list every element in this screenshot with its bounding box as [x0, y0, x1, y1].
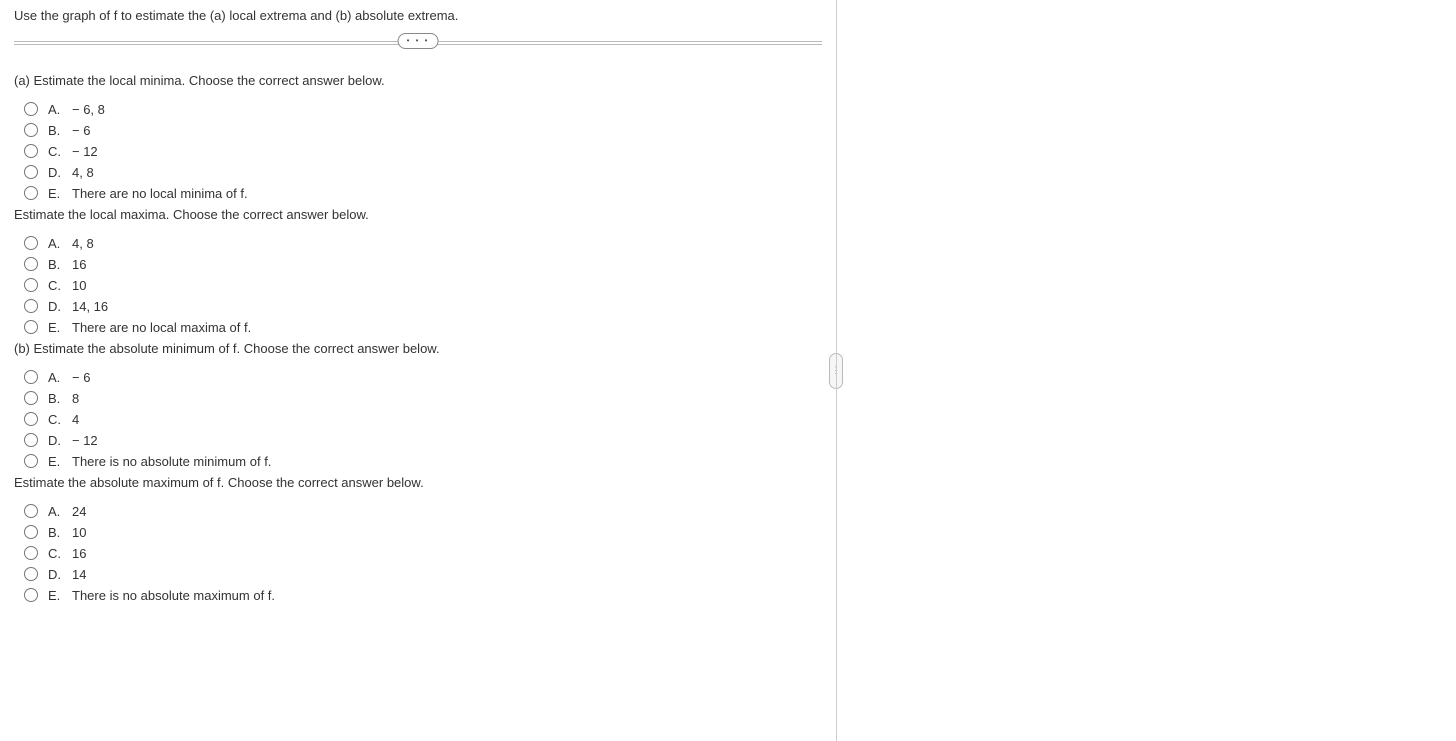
option-row[interactable]: D. 4, 8: [24, 165, 822, 180]
option-letter: E.: [48, 320, 66, 335]
option-row[interactable]: A. 4, 8: [24, 236, 822, 251]
option-row[interactable]: A. 24: [24, 504, 822, 519]
option-text: 16: [72, 257, 86, 272]
option-radio[interactable]: [24, 165, 38, 179]
option-radio[interactable]: [24, 504, 38, 518]
option-row[interactable]: C. 10: [24, 278, 822, 293]
option-text: 4, 8: [72, 236, 94, 251]
option-letter: A.: [48, 504, 66, 519]
option-row[interactable]: B. 16: [24, 257, 822, 272]
option-row[interactable]: C. 16: [24, 546, 822, 561]
option-row[interactable]: E. There is no absolute minimum of f.: [24, 454, 822, 469]
option-letter: A.: [48, 370, 66, 385]
option-text: 10: [72, 278, 86, 293]
option-letter: D.: [48, 165, 66, 180]
option-radio[interactable]: [24, 567, 38, 581]
option-text: There is no absolute minimum of f.: [72, 454, 271, 469]
option-row[interactable]: A. − 6, 8: [24, 102, 822, 117]
option-letter: B.: [48, 391, 66, 406]
option-row[interactable]: B. 8: [24, 391, 822, 406]
option-row[interactable]: E. There is no absolute maximum of f.: [24, 588, 822, 603]
option-radio[interactable]: [24, 257, 38, 271]
option-text: 24: [72, 504, 86, 519]
option-radio[interactable]: [24, 186, 38, 200]
option-letter: B.: [48, 123, 66, 138]
option-radio[interactable]: [24, 546, 38, 560]
option-row[interactable]: C. 4: [24, 412, 822, 427]
option-radio[interactable]: [24, 320, 38, 334]
part-label: Estimate the absolute maximum of f. Choo…: [14, 475, 822, 490]
option-radio[interactable]: [24, 391, 38, 405]
option-text: 4: [72, 412, 79, 427]
question-text: Use the graph of f to estimate the (a) l…: [14, 6, 822, 27]
option-letter: D.: [48, 433, 66, 448]
option-letter: A.: [48, 236, 66, 251]
option-letter: C.: [48, 546, 66, 561]
option-text: 16: [72, 546, 86, 561]
option-letter: E.: [48, 186, 66, 201]
option-letter: E.: [48, 454, 66, 469]
option-text: 10: [72, 525, 86, 540]
option-radio[interactable]: [24, 412, 38, 426]
section-divider: • • •: [14, 41, 822, 45]
option-row[interactable]: D. 14, 16: [24, 299, 822, 314]
option-radio[interactable]: [24, 433, 38, 447]
option-radio[interactable]: [24, 144, 38, 158]
option-radio[interactable]: [24, 278, 38, 292]
option-row[interactable]: D. 14: [24, 567, 822, 582]
option-text: 14, 16: [72, 299, 108, 314]
part-label: (b) Estimate the absolute minimum of f. …: [14, 341, 822, 356]
option-text: There are no local minima of f.: [72, 186, 248, 201]
option-radio[interactable]: [24, 588, 38, 602]
option-text: − 6: [72, 370, 90, 385]
option-radio[interactable]: [24, 525, 38, 539]
option-letter: C.: [48, 278, 66, 293]
option-row[interactable]: A. − 6: [24, 370, 822, 385]
option-row[interactable]: C. − 12: [24, 144, 822, 159]
option-letter: C.: [48, 144, 66, 159]
option-letter: D.: [48, 567, 66, 582]
option-radio[interactable]: [24, 123, 38, 137]
option-text: − 12: [72, 144, 98, 159]
option-radio[interactable]: [24, 370, 38, 384]
option-row[interactable]: E. There are no local maxima of f.: [24, 320, 822, 335]
option-text: − 12: [72, 433, 98, 448]
option-letter: D.: [48, 299, 66, 314]
option-text: 4, 8: [72, 165, 94, 180]
option-radio[interactable]: [24, 236, 38, 250]
option-letter: C.: [48, 412, 66, 427]
option-text: There are no local maxima of f.: [72, 320, 251, 335]
part-label: Estimate the local maxima. Choose the co…: [14, 207, 822, 222]
option-text: 14: [72, 567, 86, 582]
ellipsis-toggle[interactable]: • • •: [398, 33, 439, 49]
option-text: 8: [72, 391, 79, 406]
option-radio[interactable]: [24, 454, 38, 468]
part-label: (a) Estimate the local minima. Choose th…: [14, 73, 822, 88]
option-row[interactable]: E. There are no local minima of f.: [24, 186, 822, 201]
option-letter: E.: [48, 588, 66, 603]
option-text: − 6: [72, 123, 90, 138]
option-letter: A.: [48, 102, 66, 117]
graph-pane: -8-6-4-2246-12-8-44812162024yx: [836, 0, 1456, 741]
option-text: There is no absolute maximum of f.: [72, 588, 275, 603]
option-radio[interactable]: [24, 102, 38, 116]
option-row[interactable]: B. 10: [24, 525, 822, 540]
option-row[interactable]: B. − 6: [24, 123, 822, 138]
option-radio[interactable]: [24, 299, 38, 313]
option-letter: B.: [48, 257, 66, 272]
option-letter: B.: [48, 525, 66, 540]
option-row[interactable]: D. − 12: [24, 433, 822, 448]
option-text: − 6, 8: [72, 102, 105, 117]
question-pane: Use the graph of f to estimate the (a) l…: [0, 0, 836, 741]
